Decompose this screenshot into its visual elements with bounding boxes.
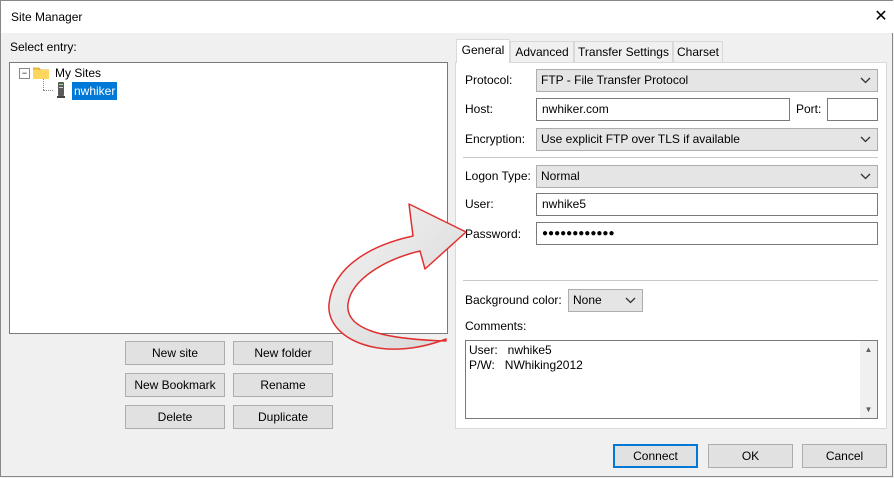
port-input[interactable] [827, 98, 878, 121]
chevron-down-icon [860, 129, 871, 158]
encryption-select[interactable]: Use explicit FTP over TLS if available [536, 128, 878, 151]
protocol-value: FTP - File Transfer Protocol [541, 73, 689, 87]
logon-type-select[interactable]: Normal [536, 165, 878, 188]
folder-icon [32, 66, 50, 80]
scroll-down-icon[interactable]: ▼ [860, 401, 877, 418]
annotation-arrow-icon [328, 203, 467, 350]
separator [463, 280, 878, 281]
chevron-down-icon [625, 290, 636, 319]
connect-button[interactable]: Connect [613, 444, 698, 468]
comments-line: P/W: NWhiking2012 [469, 358, 583, 372]
tree-connector [43, 79, 44, 90]
select-entry-label: Select entry: [10, 40, 77, 54]
password-label: Password: [465, 227, 522, 241]
new-bookmark-button[interactable]: New Bookmark [125, 373, 225, 397]
encryption-label: Encryption: [465, 132, 526, 146]
port-label: Port: [796, 102, 822, 116]
rename-button[interactable]: Rename [233, 373, 333, 397]
ok-button[interactable]: OK [708, 444, 793, 468]
logon-type-label: Logon Type: [465, 169, 531, 183]
tree-expander-icon[interactable]: − [19, 68, 30, 79]
duplicate-button[interactable]: Duplicate [233, 405, 333, 429]
window-title: Site Manager [11, 10, 83, 24]
cancel-button[interactable]: Cancel [802, 444, 887, 468]
new-site-button[interactable]: New site [125, 341, 225, 365]
background-color-select[interactable]: None [568, 289, 643, 312]
tree-item-nwhiker[interactable]: nwhiker [72, 82, 118, 100]
tab-general[interactable]: General [456, 39, 510, 63]
tab-charset[interactable]: Charset [673, 41, 723, 62]
close-icon[interactable]: ✕ [871, 6, 891, 26]
comments-textarea[interactable]: User: nwhike5 P/W: NWhiking2012 ▲ ▼ [465, 340, 878, 419]
tab-advanced[interactable]: Advanced [510, 41, 574, 62]
encryption-value: Use explicit FTP over TLS if available [541, 132, 740, 146]
user-input[interactable]: nwhike5 [536, 193, 878, 216]
server-icon [56, 82, 66, 98]
host-label: Host: [465, 102, 494, 116]
comments-label: Comments: [465, 319, 527, 333]
protocol-select[interactable]: FTP - File Transfer Protocol [536, 69, 878, 92]
delete-button[interactable]: Delete [125, 405, 225, 429]
chevron-down-icon [860, 70, 871, 99]
new-folder-button[interactable]: New folder [233, 341, 333, 365]
comments-line: User: nwhike5 [469, 343, 552, 357]
background-color-label: Background color: [465, 293, 562, 307]
password-input[interactable]: ●●●●●●●●●●●● [536, 222, 878, 245]
tree-item-my-sites[interactable]: My Sites [55, 66, 101, 80]
tree-connector [43, 90, 53, 91]
protocol-label: Protocol: [465, 73, 513, 87]
title-bar: Site Manager ✕ [1, 1, 894, 33]
logon-type-value: Normal [541, 169, 580, 183]
tab-transfer-settings[interactable]: Transfer Settings [574, 41, 673, 62]
background-color-value: None [573, 293, 602, 307]
comments-scrollbar[interactable]: ▲ ▼ [860, 341, 877, 418]
separator [463, 157, 878, 158]
scroll-up-icon[interactable]: ▲ [860, 341, 877, 358]
site-manager-window: Site Manager ✕ Select entry: − My Sites [0, 0, 894, 477]
host-input[interactable]: nwhiker.com [536, 98, 790, 121]
chevron-down-icon [860, 166, 871, 195]
